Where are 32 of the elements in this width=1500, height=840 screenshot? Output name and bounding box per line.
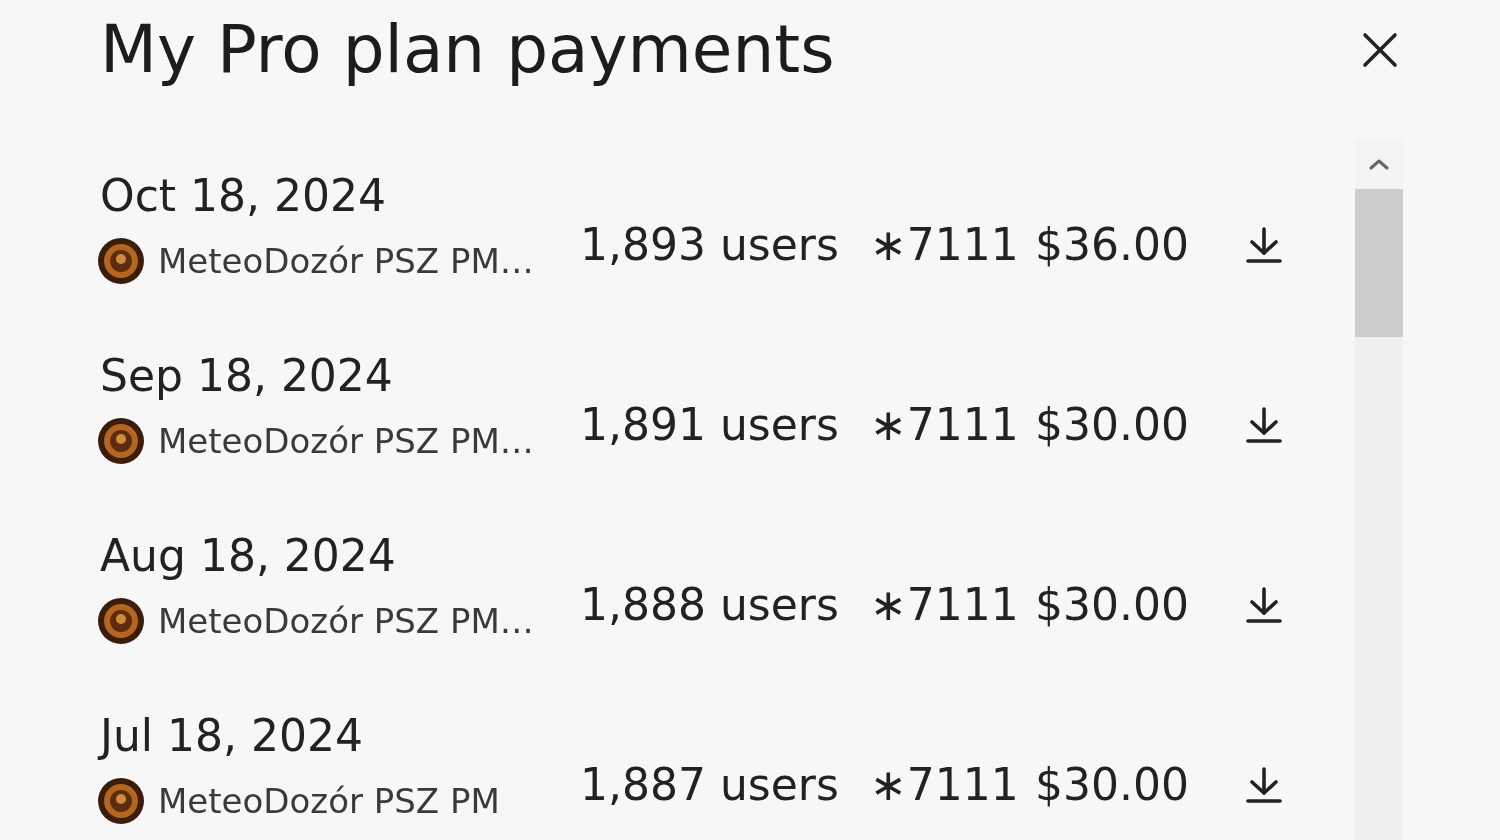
dialog-title: My Pro plan payments: [100, 10, 835, 89]
payment-date: Aug 18, 2024: [100, 529, 396, 582]
team-name: MeteoDozór PSZ PM: [158, 780, 500, 822]
card-number: ∗7111: [870, 398, 1019, 451]
payment-amount: $36.00: [1035, 218, 1189, 271]
payment-date: Oct 18, 2024: [100, 169, 386, 222]
payment-date: Sep 18, 2024: [100, 349, 393, 402]
scrollbar-thumb[interactable]: [1355, 189, 1403, 337]
round-logo-icon: [98, 418, 144, 464]
card-number: ∗7111: [870, 218, 1019, 271]
payment-amount: $30.00: [1035, 758, 1189, 811]
download-icon[interactable]: [1245, 586, 1283, 624]
download-icon[interactable]: [1245, 406, 1283, 444]
round-logo-icon: [98, 598, 144, 644]
round-logo-icon: [98, 778, 144, 824]
user-count: 1,893 users: [580, 218, 839, 271]
payment-amount: $30.00: [1035, 578, 1189, 631]
chevron-up-icon[interactable]: [1368, 158, 1390, 170]
user-count: 1,888 users: [580, 578, 839, 631]
team-name: MeteoDozór PSZ PM…: [158, 240, 534, 282]
download-icon[interactable]: [1245, 226, 1283, 264]
scrollbar[interactable]: [1355, 139, 1403, 840]
card-number: ∗7111: [870, 758, 1019, 811]
close-icon[interactable]: [1362, 31, 1398, 68]
user-count: 1,887 users: [580, 758, 839, 811]
team-name: MeteoDozór PSZ PM…: [158, 600, 534, 642]
download-icon[interactable]: [1245, 766, 1283, 804]
round-logo-icon: [98, 238, 144, 284]
team-name: MeteoDozór PSZ PM…: [158, 420, 534, 462]
card-number: ∗7111: [870, 578, 1019, 631]
user-count: 1,891 users: [580, 398, 839, 451]
payment-amount: $30.00: [1035, 398, 1189, 451]
